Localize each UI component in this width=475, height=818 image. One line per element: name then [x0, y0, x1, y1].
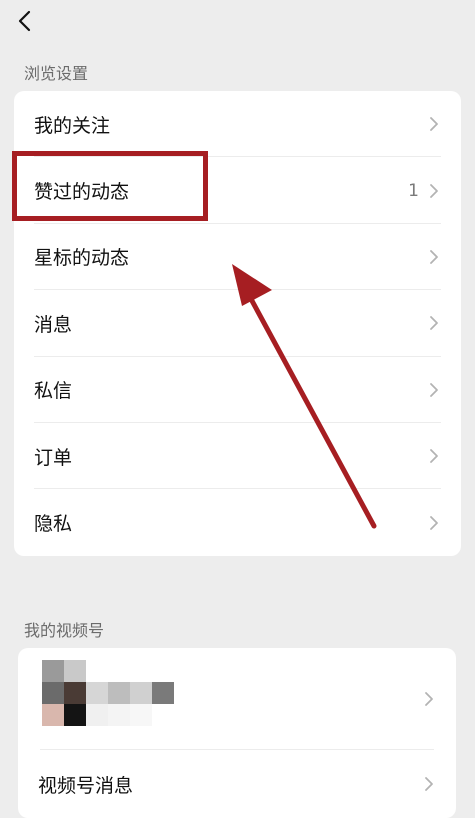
avatar	[42, 660, 174, 726]
chevron-right-icon	[430, 117, 438, 132]
section-title-my-channels: 我的视频号	[24, 621, 105, 640]
channels-card: 视频号消息	[18, 648, 456, 818]
row-channel-messages[interactable]: 视频号消息	[18, 750, 456, 818]
row-label: 订单	[34, 446, 73, 469]
section-title-browse-settings: 浏览设置	[24, 64, 89, 83]
chevron-right-icon	[430, 515, 438, 530]
row-starred-posts[interactable]: 星标的动态	[14, 224, 461, 291]
chevron-right-icon	[430, 183, 438, 198]
row-label: 隐私	[34, 513, 73, 536]
row-label: 私信	[34, 380, 73, 403]
row-privacy[interactable]: 隐私	[14, 489, 461, 555]
row-label: 星标的动态	[34, 247, 130, 270]
chevron-right-icon	[430, 316, 438, 331]
chevron-right-icon	[430, 382, 438, 397]
row-orders[interactable]: 订单	[14, 423, 461, 490]
row-label: 我的关注	[34, 114, 111, 137]
row-private-messages[interactable]: 私信	[14, 357, 461, 423]
chevron-right-icon	[425, 692, 433, 706]
back-button[interactable]	[12, 6, 42, 36]
chevron-left-icon	[18, 10, 31, 32]
chevron-right-icon	[430, 250, 438, 264]
row-my-follows[interactable]: 我的关注	[14, 91, 461, 158]
chevron-right-icon	[425, 777, 433, 791]
liked-count: 1	[408, 180, 419, 201]
row-messages[interactable]: 消息	[14, 290, 461, 357]
chevron-right-icon	[430, 449, 438, 464]
row-label: 视频号消息	[38, 774, 134, 797]
row-liked-posts[interactable]: 赞过的动态 1	[14, 157, 461, 224]
browse-settings-card: 我的关注 赞过的动态 1 星标的动态 消息 私信 订单 隐私	[14, 91, 461, 556]
row-label: 消息	[34, 313, 73, 336]
row-label: 赞过的动态	[34, 181, 130, 204]
channel-profile-row[interactable]	[18, 648, 456, 750]
